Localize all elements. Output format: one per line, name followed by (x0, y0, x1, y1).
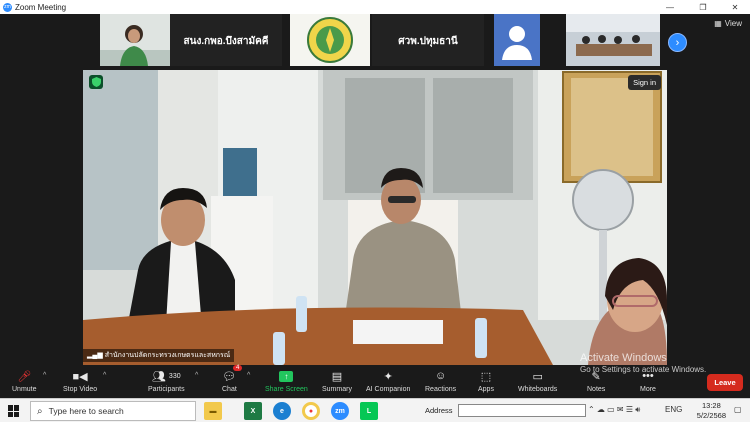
participant-video-thumbnail (566, 14, 660, 66)
windows-start-icon[interactable] (8, 405, 20, 417)
address-toolbar[interactable]: Address (425, 404, 586, 417)
reactions-button[interactable]: ☺ Reactions (425, 368, 456, 393)
excel-icon[interactable]: X (244, 402, 262, 420)
participants-options-caret[interactable]: ^ (195, 372, 198, 379)
windows-taskbar: ⌕ Type here to search ▬ X e ● zm L Addre… (0, 398, 750, 422)
ai-companion-button[interactable]: ✦ AI Companion (366, 368, 410, 394)
search-placeholder: Type here to search (48, 406, 124, 416)
search-icon: ⌕ (37, 405, 43, 417)
zoom-taskbar-icon[interactable]: zm (331, 402, 349, 420)
share-screen-icon: ↑ (279, 370, 294, 382)
share-screen-button[interactable]: ↑ Share Screen (265, 368, 308, 393)
avatar-placeholder-icon (494, 14, 540, 66)
taskbar-search-box[interactable]: ⌕ Type here to search (30, 401, 196, 421)
chat-options-caret[interactable]: ^ (247, 372, 250, 379)
participants-count: 330 (168, 372, 181, 380)
apps-icon: ⬚ (480, 370, 492, 383)
summary-icon: ▤ (331, 370, 343, 383)
leave-button[interactable]: Leave (707, 374, 743, 391)
address-input[interactable] (457, 404, 586, 417)
window-titlebar: zm Zoom Meeting — ❐ ✕ (0, 0, 750, 14)
window-title: Zoom Meeting (15, 2, 67, 12)
chat-bubble-icon: 💬︎ (222, 370, 237, 383)
tray-icons[interactable]: ⌃ ☁ ▭ ✉ ☰ 🔊︎ (588, 405, 640, 415)
notification-icon[interactable]: ▢ (734, 405, 742, 414)
gallery-thumbnail[interactable]: สนง.กพอ.บึงสามัคคี (170, 14, 282, 66)
gallery-thumbnail[interactable] (100, 14, 170, 66)
grid-view-icon: ▦ (714, 19, 722, 28)
minimize-icon[interactable]: — (655, 0, 685, 14)
audio-options-caret[interactable]: ^ (43, 372, 46, 379)
signal-bars-icon: ▂▄▆ (87, 352, 103, 359)
line-app-icon[interactable]: L (360, 402, 378, 420)
apps-button[interactable]: ⬚ Apps (478, 368, 494, 394)
chat-unread-badge: 4 (233, 365, 243, 371)
taskbar-clock[interactable]: 13:28 5/2/2568 (697, 401, 726, 421)
zoom-logo-icon: zm (3, 2, 12, 12)
close-icon[interactable]: ✕ (720, 0, 750, 14)
chrome-icon[interactable]: ● (302, 402, 320, 420)
meeting-stage: สนง.กพอ.บึงสามัคคี ศวพ.ปทุมธานี › ▦ View… (0, 14, 750, 365)
main-video: Sign in ▂▄▆ สำนักงานปลัดกระทรวงเกษตรและส… (83, 70, 667, 365)
unmute-button[interactable]: 🎤︎ Unmute (12, 368, 37, 394)
gallery-thumbnail[interactable] (290, 14, 370, 66)
participants-button[interactable]: 👥︎ 330 Participants (148, 368, 185, 394)
speaker-video-feed (83, 70, 667, 365)
gallery-thumbnail[interactable] (494, 14, 540, 66)
activate-windows-watermark: Activate Windows Go to Settings to activ… (580, 352, 707, 374)
microphone-muted-icon: 🎤︎ (17, 370, 32, 383)
stop-video-button[interactable]: ■◀︎ Stop Video (63, 368, 97, 394)
encryption-shield-icon[interactable] (89, 75, 103, 89)
whiteboard-icon: ▭ (532, 370, 543, 383)
video-options-caret[interactable]: ^ (103, 372, 106, 379)
participant-name-label: ▂▄▆ สำนักงานปลัดกระทรวงเกษตรและสหกรณ์ (83, 349, 235, 362)
summary-button[interactable]: ▤ Summary (322, 368, 352, 394)
gallery-thumbnail[interactable] (566, 14, 660, 66)
participant-video-thumbnail (100, 14, 170, 66)
ai-sparkle-icon: ✦ (383, 370, 393, 383)
thumbnail-name: ศวพ.ปทุมธานี (398, 36, 458, 47)
participants-icon: 👥︎ (151, 370, 166, 383)
gallery-thumbnail[interactable]: ศวพ.ปทุมธานี (372, 14, 484, 66)
input-language[interactable]: ENG (665, 405, 682, 414)
next-page-button[interactable]: › (668, 33, 687, 52)
organization-logo-icon (290, 14, 370, 66)
edge-browser-icon[interactable]: e (273, 402, 291, 420)
file-explorer-icon[interactable]: ▬ (204, 402, 222, 420)
view-button[interactable]: ▦ View (714, 19, 742, 28)
video-camera-icon: ■◀︎ (72, 370, 88, 383)
thumbnail-name: สนง.กพอ.บึงสามัคคี (183, 36, 269, 47)
chat-button[interactable]: 💬︎ 4 Chat (222, 365, 243, 393)
reactions-icon: ☺ (434, 370, 447, 382)
maximize-icon[interactable]: ❐ (688, 0, 718, 14)
whiteboards-button[interactable]: ▭ Whiteboards (518, 368, 557, 394)
sign-in-button[interactable]: Sign in (628, 75, 661, 90)
